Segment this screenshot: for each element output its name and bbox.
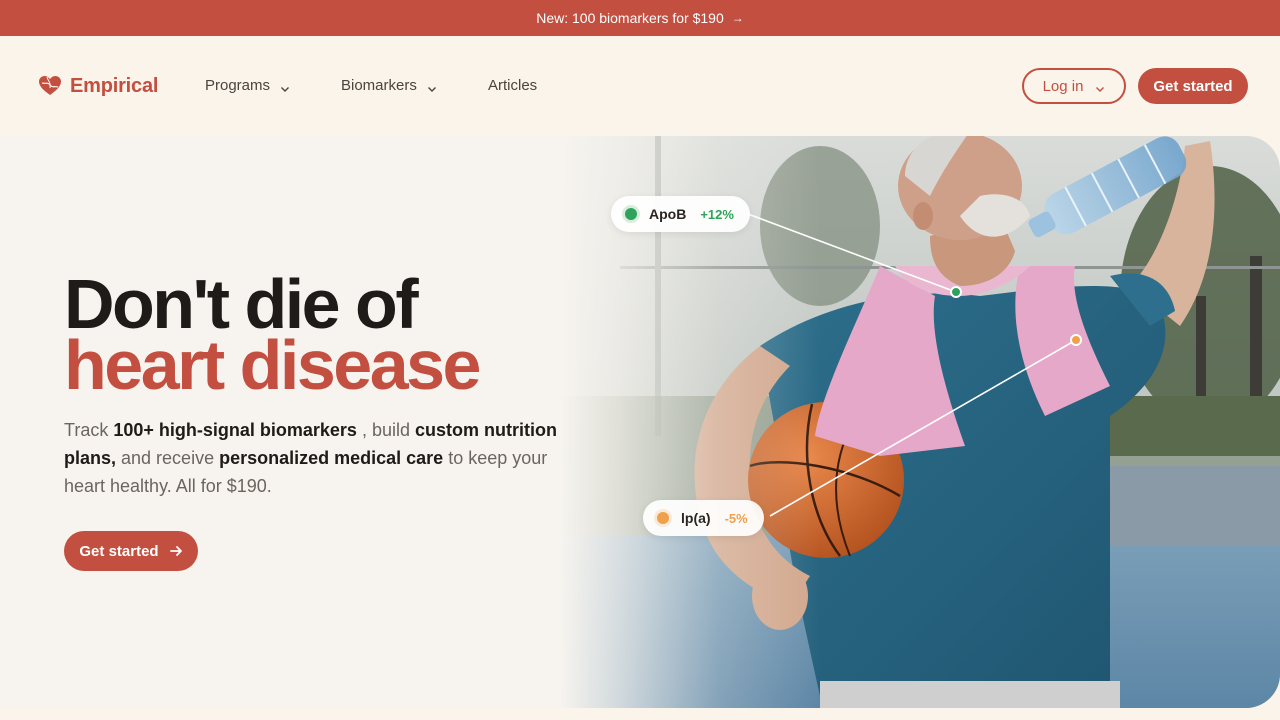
status-dot-icon xyxy=(657,512,669,524)
nav-programs[interactable]: Programs xyxy=(205,77,290,94)
nav-programs-label: Programs xyxy=(205,77,271,94)
brand-name: Empirical xyxy=(70,74,159,97)
subcopy-text: , build xyxy=(356,420,415,440)
chevron-down-icon xyxy=(427,81,437,92)
biomarker-name: ApoB xyxy=(649,206,687,222)
nav-articles-label: Articles xyxy=(488,77,538,94)
biomarker-chip-apob[interactable]: ApoB +12% xyxy=(611,196,750,232)
nav-articles[interactable]: Articles xyxy=(488,77,537,94)
subcopy-text: Track xyxy=(64,420,114,440)
chevron-down-icon xyxy=(280,81,290,92)
hero-headline: Don't die of heart disease xyxy=(64,269,481,404)
subcopy-emphasis: personalized medical care xyxy=(219,448,444,468)
headline-line-2: heart disease xyxy=(64,326,481,404)
hero-subcopy: Track 100+ high-signal biomarkers , buil… xyxy=(64,416,574,500)
status-dot-icon xyxy=(625,208,637,220)
announcement-bar[interactable]: New: 100 biomarkers for $190 → xyxy=(0,0,1280,36)
biomarker-chip-lpa[interactable]: lp(a) -5% xyxy=(643,500,764,536)
get-started-hero-button[interactable]: Get started xyxy=(64,531,198,571)
arrow-right-icon xyxy=(169,544,183,558)
announcement-text: New: 100 biomarkers for $190 xyxy=(536,10,724,26)
hero-cta-label: Get started xyxy=(79,542,159,560)
subcopy-emphasis: 100+ high-signal biomarkers xyxy=(113,420,357,440)
login-button[interactable]: Log in xyxy=(1022,68,1126,104)
top-nav: Empirical Programs Biomarkers Articles L… xyxy=(0,36,1280,136)
nav-biomarkers[interactable]: Biomarkers xyxy=(341,77,437,94)
subcopy-text: and receive xyxy=(116,448,220,468)
hero-section: Don't die of heart disease Track 100+ hi… xyxy=(0,136,1280,708)
brand-logo[interactable]: Empirical xyxy=(38,74,158,98)
login-label: Log in xyxy=(1042,77,1084,95)
heart-icon xyxy=(38,74,62,98)
arrow-right-icon: → xyxy=(731,11,744,25)
biomarker-delta: +12% xyxy=(700,206,734,222)
chevron-down-icon xyxy=(1095,81,1105,92)
biomarker-delta: -5% xyxy=(724,510,748,526)
biomarker-name: lp(a) xyxy=(681,510,711,526)
get-started-nav-button[interactable]: Get started xyxy=(1138,68,1248,104)
nav-biomarkers-label: Biomarkers xyxy=(341,77,417,94)
